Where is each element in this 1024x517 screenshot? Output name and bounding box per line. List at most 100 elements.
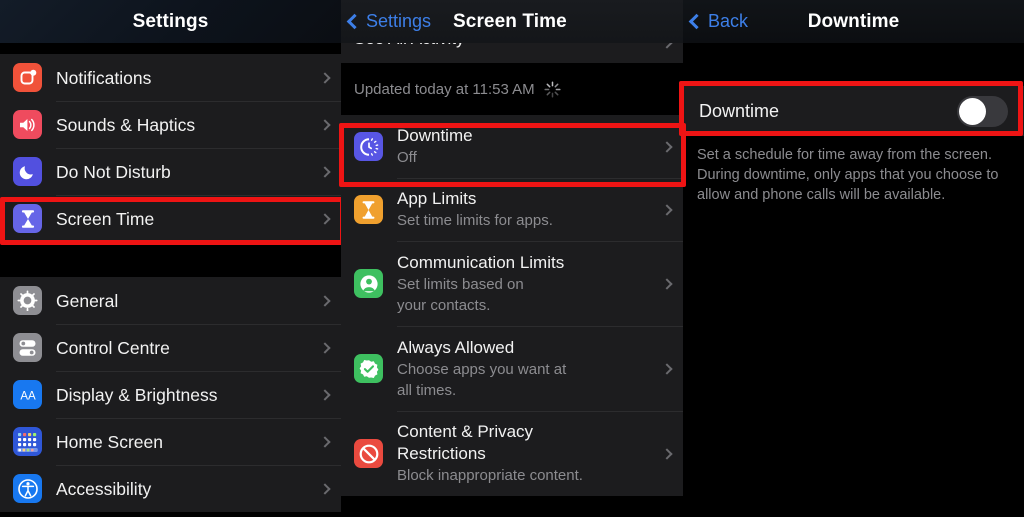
sidebar-item-label: Accessibility [56, 478, 152, 499]
notifications-icon [13, 63, 42, 92]
row-text: Notifications [56, 67, 151, 89]
updated-timestamp: Updated today at 11:53 AM [354, 80, 535, 98]
option-app-limits[interactable]: App Limits Set time limits for apps. [341, 178, 683, 241]
chevron-right-icon [319, 118, 331, 131]
display-brightness-icon: AA [13, 380, 42, 409]
downtime-footnote: Set a schedule for time away from the sc… [683, 136, 1024, 205]
settings-section-gap [0, 242, 341, 277]
sidebar-item-do-not-disturb[interactable]: Do Not Disturb [0, 148, 341, 195]
sidebar-item-label: Home Screen [56, 431, 163, 452]
sidebar-item-home-screen[interactable]: Home Screen [0, 418, 341, 465]
row-text: Sounds & Haptics [56, 114, 195, 136]
updated-status-row: Updated today at 11:53 AM [341, 63, 683, 115]
row-body: Screen Time [56, 195, 341, 242]
row-body: Always Allowed Choose apps you want at a… [397, 326, 683, 411]
option-downtime[interactable]: Downtime Off [341, 115, 683, 178]
chevron-right-icon [661, 140, 673, 153]
row-body: Communication Limits Set limits based on… [397, 241, 683, 326]
row-body: Sounds & Haptics [56, 101, 341, 148]
sidebar-item-label: Do Not Disturb [56, 161, 171, 182]
sidebar-item-control-centre[interactable]: Control Centre [0, 324, 341, 371]
sidebar-item-general[interactable]: General [0, 277, 341, 324]
screen-time-options-group: Downtime Off App Limits Set time limits … [341, 115, 683, 496]
sidebar-item-label: General [56, 290, 119, 311]
downtime-toggle-switch[interactable] [957, 95, 1008, 127]
sounds-haptics-icon [13, 110, 42, 139]
row-body: General [56, 277, 341, 324]
control-centre-icon [13, 333, 42, 362]
back-button-label: Settings [366, 11, 432, 31]
content-privacy-icon [354, 439, 383, 468]
sidebar-item-label: Notifications [56, 67, 152, 88]
back-to-settings-button[interactable]: Settings [341, 11, 431, 32]
chevron-right-icon [319, 482, 331, 495]
chevron-right-icon [661, 277, 673, 290]
option-sublabel: Set limits based on your contacts. [397, 275, 524, 314]
sidebar-item-label: Display & Brightness [56, 384, 218, 405]
downtime-toggle-row[interactable]: Downtime [683, 86, 1024, 136]
sidebar-item-accessibility[interactable]: Accessibility [0, 465, 341, 512]
chevron-right-icon [319, 165, 331, 178]
row-text: App Limits Set time limits for apps. [397, 188, 553, 231]
see-all-activity-row[interactable]: See All Activity [341, 43, 683, 63]
row-text: Control Centre [56, 337, 170, 359]
chevron-right-icon [319, 71, 331, 84]
option-communication-limits[interactable]: Communication Limits Set limits based on… [341, 241, 683, 326]
row-text: Communication Limits Set limits based on… [397, 252, 564, 316]
chevron-right-icon [319, 341, 331, 354]
back-button[interactable]: Back [683, 11, 748, 32]
chevron-right-icon [319, 435, 331, 448]
settings-group-2: General Control Centre AA Display & Brig… [0, 277, 341, 512]
chevron-right-icon [661, 447, 673, 460]
row-body: Content & Privacy Restrictions Block ina… [397, 411, 683, 496]
row-body: Do Not Disturb [56, 148, 341, 195]
home-screen-icon [13, 427, 42, 456]
sidebar-item-sounds-haptics[interactable]: Sounds & Haptics [0, 101, 341, 148]
row-body: Downtime Off [397, 115, 683, 178]
screen-time-icon [13, 204, 42, 233]
general-gear-icon [13, 286, 42, 315]
option-sublabel: Choose apps you want at all times. [397, 360, 567, 399]
communication-icon [354, 269, 383, 298]
sidebar-item-label: Sounds & Haptics [56, 114, 196, 135]
chevron-right-icon [319, 212, 331, 225]
row-body: Notifications [56, 54, 341, 101]
row-text: Always Allowed Choose apps you want at a… [397, 337, 566, 401]
sidebar-item-screen-time[interactable]: Screen Time [0, 195, 341, 242]
row-body: Home Screen [56, 418, 341, 465]
option-content-privacy-restrictions[interactable]: Content & Privacy Restrictions Block ina… [341, 411, 683, 496]
do-not-disturb-icon [13, 157, 42, 186]
accessibility-icon [13, 474, 42, 503]
row-body: App Limits Set time limits for apps. [397, 178, 683, 241]
settings-panel: Settings Notifications Sounds & Haptics … [0, 0, 341, 517]
row-text: Screen Time [56, 208, 154, 230]
sidebar-item-notifications[interactable]: Notifications [0, 54, 341, 101]
option-label: App Limits [397, 189, 477, 208]
toggle-knob [959, 97, 986, 125]
row-text: Downtime Off [397, 125, 473, 168]
page-title: Screen Time [453, 10, 567, 32]
downtime-panel: Back Downtime Downtime Set a schedule fo… [683, 0, 1024, 517]
chevron-right-icon [661, 203, 673, 216]
app-limits-icon [354, 195, 383, 224]
screenshot-root: Settings Notifications Sounds & Haptics … [0, 0, 1024, 517]
option-sublabel: Set time limits for apps. [397, 212, 553, 229]
screen-time-panel: Settings Screen Time See All Activity Up… [341, 0, 683, 517]
row-text: Do Not Disturb [56, 161, 171, 183]
sidebar-item-label: Control Centre [56, 337, 170, 358]
option-label: Always Allowed [397, 337, 515, 357]
option-label: Communication Limits [397, 252, 565, 272]
row-body: Control Centre [56, 324, 341, 371]
option-always-allowed[interactable]: Always Allowed Choose apps you want at a… [341, 326, 683, 411]
row-text: Content & Privacy Restrictions Block ina… [397, 421, 583, 486]
row-text: General [56, 290, 118, 312]
downtime-top-gap [683, 43, 1024, 86]
chevron-left-icon [688, 13, 705, 30]
chevron-right-icon [661, 362, 673, 375]
row-body: Display & Brightness [56, 371, 341, 418]
sidebar-item-display-brightness[interactable]: AA Display & Brightness [0, 371, 341, 418]
sidebar-item-label: Screen Time [56, 208, 155, 229]
screen-time-navbar: Settings Screen Time [341, 0, 683, 43]
page-title: Settings [132, 10, 209, 32]
see-all-activity-label: See All Activity [354, 43, 465, 49]
